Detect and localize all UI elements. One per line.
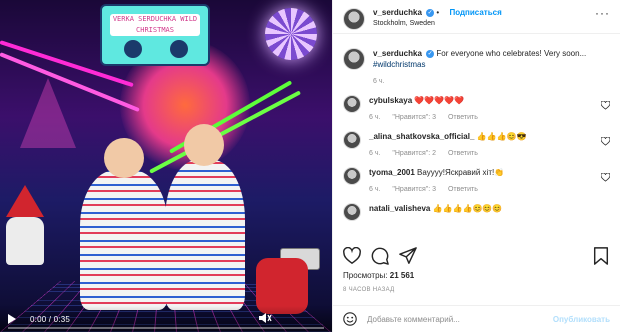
post-actions [343,244,610,268]
heart-icon[interactable] [601,173,610,182]
avatar[interactable] [343,8,365,30]
post-header: v_serduchka ✓ • Подписаться Stockholm, S… [333,0,620,34]
caption-text: For everyone who celebrates! Very soon..… [436,49,587,58]
comment-text: 👍👍👍😊😎 [476,132,527,141]
performer-right-head [184,124,224,166]
publish-button[interactable]: Опубликовать [553,315,610,324]
caption-time: 6 ч. [373,78,385,85]
comment-time: 6 ч. [369,114,381,121]
performer-left-head [104,138,144,178]
verified-icon: ✓ [426,49,435,58]
comment-text: 👍👍👍👍😊😊😊 [432,204,503,213]
comment-item: _alina_shatkovska_official_ 👍👍👍😊😎 6 ч. "… [343,131,610,159]
video-progress-bar[interactable] [8,327,324,329]
views-value: 21 561 [389,271,415,280]
comment-text: Вауууу!Яскравий хіт!👏 [417,168,505,177]
video-time: 0:00 / 0:35 [30,314,71,324]
comment-likes[interactable]: "Нравится": 3 [392,114,436,121]
garden-gnome [6,185,44,265]
reply-button[interactable]: Ответить [448,186,478,193]
caption-hashtag[interactable]: #wildchristmas [373,60,425,69]
neon-tree [20,78,76,148]
comment-username[interactable]: cybulskaya [369,96,412,105]
post-panel: v_serduchka ✓ • Подписаться Stockholm, S… [332,0,620,332]
comment-item: cybulskaya ❤️❤️❤️❤️❤️ 6 ч. "Нравится": 3… [343,95,610,123]
views-count[interactable]: Просмотры: 21 561 [343,271,414,280]
heart-icon[interactable] [601,101,610,110]
bookmark-icon[interactable] [592,247,610,265]
video-controls: 0:00 / 0:35 [0,306,332,332]
cassette-label: VERKA SERDUCHKA WILD CHRISTMAS [110,14,200,36]
reply-button[interactable]: Ответить [448,114,478,121]
cassette-reel-left [124,40,142,58]
comment-username[interactable]: _alina_shatkovska_official_ [369,132,474,141]
comment-likes[interactable]: "Нравится": 2 [392,150,436,157]
comment-icon[interactable] [371,247,389,265]
emoji-icon[interactable] [343,312,357,326]
video-player[interactable]: VERKA SERDUCHKA WILD CHRISTMAS 0:00 / 0:… [0,0,332,332]
heart-icon[interactable] [601,137,610,146]
comment-time: 6 ч. [369,186,381,193]
comment-time: 6 ч. [369,150,381,157]
comment-username[interactable]: tyoma_2001 [369,168,415,177]
post-timestamp[interactable]: 8 ЧАСОВ НАЗАД [343,287,394,293]
avatar[interactable] [343,48,365,70]
verified-icon: ✓ [426,8,435,17]
like-icon[interactable] [343,247,361,265]
post-header-meta: v_serduchka ✓ • Подписаться Stockholm, S… [373,8,502,27]
avatar[interactable] [343,95,361,113]
disco-ball [265,8,317,60]
comment-item: natali_valisheva 👍👍👍👍😊😊😊 [343,203,610,221]
comment-username[interactable]: natali_valisheva [369,204,430,213]
performer-left [80,170,168,310]
more-icon[interactable]: ··· [595,7,610,19]
comment-item: tyoma_2001 Вауууу!Яскравий хіт!👏 6 ч. "Н… [343,167,610,195]
author-username[interactable]: v_serduchka [373,8,422,17]
play-icon[interactable] [8,314,16,324]
comment-text: ❤️❤️❤️❤️❤️ [414,96,465,105]
comment-input[interactable] [367,314,553,324]
location-link[interactable]: Stockholm, Sweden [373,20,502,27]
avatar[interactable] [343,131,361,149]
avatar[interactable] [343,203,361,221]
caption-username[interactable]: v_serduchka [373,49,422,58]
comment-likes[interactable]: "Нравится": 3 [392,186,436,193]
comments-list: v_serduchka ✓ For everyone who celebrate… [333,40,620,240]
avatar[interactable] [343,167,361,185]
caption: v_serduchka ✓ For everyone who celebrate… [343,48,610,87]
volume-icon[interactable] [258,312,272,324]
follow-button[interactable]: Подписаться [449,8,501,17]
comment-composer: Опубликовать [333,305,620,332]
performer-right [165,160,245,310]
reply-button[interactable]: Ответить [448,150,478,157]
cassette-reel-right [170,40,188,58]
cassette-tape: VERKA SERDUCHKA WILD CHRISTMAS [100,4,210,66]
share-icon[interactable] [399,247,417,265]
